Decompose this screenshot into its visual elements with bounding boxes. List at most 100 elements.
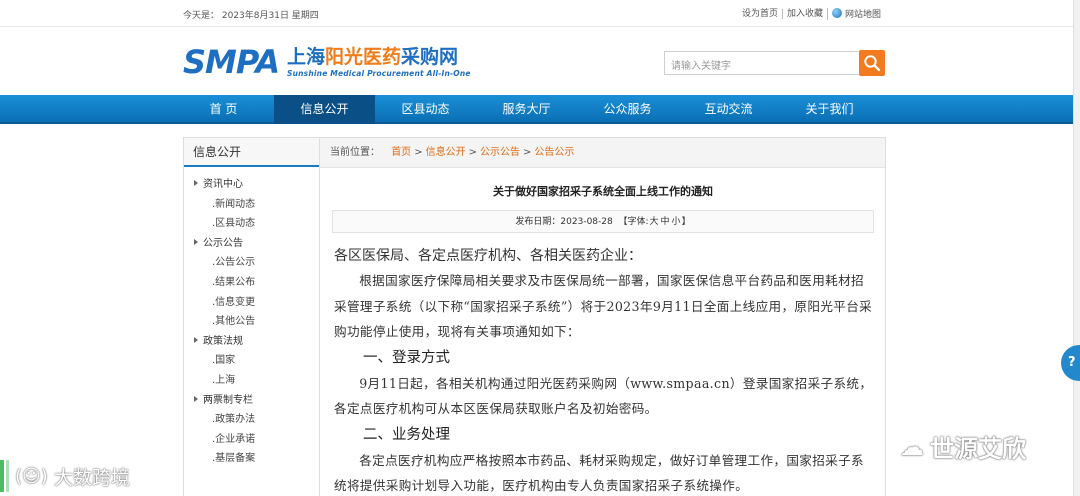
sidebar-item[interactable]: .信息变更 xyxy=(184,293,319,313)
breadcrumb-notices[interactable]: 公告公示 xyxy=(534,147,574,158)
breadcrumb-home[interactable]: 首页 xyxy=(391,147,411,158)
sitemap-label: 网站地图 xyxy=(844,10,881,20)
logo-chinese-name: 上海阳光医药采购网 xyxy=(287,46,458,68)
sidebar-item-label: 两票制专栏 xyxy=(203,394,253,406)
sidebar-item[interactable]: .国家 xyxy=(184,351,319,371)
caret-right-icon xyxy=(194,238,198,245)
sidebar-item[interactable]: .政策办法 xyxy=(184,410,319,430)
nav-item-2[interactable]: 区县动态 xyxy=(375,95,476,124)
sidebar-category[interactable]: 两票制专栏 xyxy=(184,391,319,411)
current-date: 今天是： 2023年8月31日 星期四 xyxy=(183,11,319,21)
sidebar-item[interactable]: .基层备案 xyxy=(184,449,319,469)
breadcrumb-separator: > xyxy=(522,147,532,158)
header-divider xyxy=(0,26,1080,27)
page: 今天是： 2023年8月31日 星期四 设为首页 加入收藏 网站地图 SMPA … xyxy=(0,0,1080,496)
watermark-bar xyxy=(0,460,4,492)
nav-item-3[interactable]: 服务大厅 xyxy=(476,95,577,124)
set-home-link[interactable]: 设为首页 xyxy=(738,9,782,19)
article-heading: 一、登录方式 xyxy=(363,349,450,366)
article-paragraph: 根据国家医疗保障局相关要求及市医保局统一部署，国家医保信息平台药品和医用耗材招采… xyxy=(334,273,873,339)
sidebar-item-label: .政策办法 xyxy=(212,414,256,426)
sidebar-item-label: .公告公示 xyxy=(212,257,256,269)
logo-mark: SMPA xyxy=(183,43,280,81)
nav-item-1[interactable]: 信息公开 xyxy=(274,95,375,124)
main-content: 当前位置： 首页 > 信息公开 > 公示公告 > 公告公示 关于做好国家招采子系统全面上线工… xyxy=(320,137,886,496)
nav-item-5[interactable]: 互动交流 xyxy=(678,95,779,124)
breadcrumb-separator: > xyxy=(414,147,423,158)
floating-help-widget[interactable]: ? xyxy=(1061,345,1080,381)
font-size-label: 【字体: xyxy=(618,217,649,227)
breadcrumb-prefix: 当前位置： xyxy=(330,147,380,158)
font-small-link[interactable]: 小 xyxy=(672,217,681,227)
article-body: 各区医保局、各定点医疗机构、各相关医药企业： 根据国家医疗保障局相关要求及市医保… xyxy=(334,244,874,496)
publish-label: 发布日期： xyxy=(515,217,561,227)
search-input[interactable]: 请输入关键字 xyxy=(664,51,860,75)
sidebar-item[interactable]: .企业承诺 xyxy=(184,430,319,450)
sidebar-item-label: .其他公告 xyxy=(212,316,256,328)
article-greeting: 各区医保局、各定点医疗机构、各相关医药企业： xyxy=(334,248,642,264)
logo-english-name: Sunshine Medical Procurement All-In-One xyxy=(287,69,471,78)
main-nav: 首 页信息公开 区县动态 服务大厅 公众服务 互动交流 关于我们 xyxy=(0,95,1080,124)
sidebar-category[interactable]: 政策法规 xyxy=(184,332,319,352)
logo-cn-part2: 阳光医药 xyxy=(325,46,402,68)
article-heading: 二、业务处理 xyxy=(363,426,450,443)
watermark-left-text: 大数跨境 xyxy=(53,466,130,489)
page-scrollbar[interactable] xyxy=(1073,0,1080,496)
breadcrumb-info-public[interactable]: 信息公开 xyxy=(426,147,466,158)
publish-date: 2023-08-28 xyxy=(560,217,613,227)
breadcrumb-separator: > xyxy=(468,147,477,158)
top-bar: 今天是： 2023年8月31日 星期四 设为首页 加入收藏 网站地图 xyxy=(183,6,885,22)
sidebar-item-label: 政策法规 xyxy=(203,335,243,347)
breadcrumb-announcements[interactable]: 公示公告 xyxy=(480,147,520,158)
caret-right-icon xyxy=(194,395,198,402)
sidebar-category[interactable]: 公示公告 xyxy=(184,234,319,254)
sidebar-item-label: 公示公告 xyxy=(203,237,243,249)
watermark-right: ☁ 世源艾欣 xyxy=(900,429,1026,464)
sitemap-link[interactable]: 网站地图 xyxy=(826,8,885,20)
nav-items: 首 页信息公开 区县动态 服务大厅 公众服务 互动交流 关于我们 xyxy=(173,95,880,124)
add-favorite-link[interactable]: 加入收藏 xyxy=(781,9,827,19)
article-title: 关于做好国家招采子系统全面上线工作的通知 xyxy=(493,185,713,198)
sidebar-item[interactable]: .上海 xyxy=(184,371,319,391)
sidebar-item[interactable]: .公告公示 xyxy=(184,253,319,273)
breadcrumb: 当前位置： 首页 > 信息公开 > 公示公告 > 公告公示 xyxy=(320,138,885,168)
search-button[interactable] xyxy=(859,50,885,76)
sidebar-item-label: .信息变更 xyxy=(212,296,256,308)
font-size-end: 】 xyxy=(681,217,691,227)
font-large-link[interactable]: 大 xyxy=(650,217,659,227)
logo-cn-part3: 采购网 xyxy=(401,46,459,68)
sidebar-list: 资讯中心 .新闻动态 .区县动态公示公告 .公告公示 .结果公布 .信息变更 .其他公告政策… xyxy=(184,167,319,469)
sidebar-item-label: .上海 xyxy=(212,374,236,386)
sidebar-item-label: 资讯中心 xyxy=(203,179,243,190)
sidebar-item-label: .区县动态 xyxy=(212,218,256,230)
search-icon xyxy=(864,55,881,72)
watermark-left: (☺) 大数跨境 xyxy=(0,460,130,492)
watermark-right-text: 世源艾欣 xyxy=(930,435,1026,463)
sidebar-item-label: .基层备案 xyxy=(212,453,256,465)
sidebar-item[interactable]: .其他公告 xyxy=(184,312,319,332)
font-medium-link[interactable]: 中 xyxy=(661,217,670,227)
logo-cn-part1: 上海 xyxy=(287,46,326,68)
watermark-logo-icon: (☺) xyxy=(15,465,48,487)
nav-item-0[interactable]: 首 页 xyxy=(173,95,274,124)
article-meta: 发布日期：2023-08-28 【字体:大中小】 xyxy=(332,210,874,233)
sidebar: 信息公开 资讯中心 .新闻动态 .区县动态公示公告 .公告公示 .结果公布 .信息变更 .其… xyxy=(183,137,320,496)
sidebar-item-label: .新闻动态 xyxy=(212,198,256,210)
watermark-bar xyxy=(6,460,9,492)
sidebar-category[interactable]: 资讯中心 xyxy=(184,175,319,195)
sidebar-title: 信息公开 xyxy=(184,138,319,167)
sidebar-item[interactable]: .新闻动态 xyxy=(184,195,319,215)
article-paragraph: 各定点医疗机构应严格按照本市药品、耗材采购规定，做好订单管理工作，国家招采子系统… xyxy=(334,452,864,494)
sidebar-item-label: .结果公布 xyxy=(212,276,256,288)
sidebar-item[interactable]: .结果公布 xyxy=(184,273,319,293)
nav-item-6[interactable]: 关于我们 xyxy=(779,95,880,124)
sidebar-item-label: .国家 xyxy=(212,355,236,367)
top-links: 设为首页 加入收藏 网站地图 xyxy=(738,8,885,20)
caret-right-icon xyxy=(194,180,198,186)
caret-right-icon xyxy=(194,336,198,343)
article-paragraph: 9月11日起，各相关机构通过阳光医药采购网（www.smpaa.cn）登录国家招… xyxy=(334,375,873,417)
globe-icon xyxy=(831,8,842,18)
sidebar-item[interactable]: .区县动态 xyxy=(184,214,319,234)
sidebar-item-label: .企业承诺 xyxy=(212,433,256,445)
nav-item-4[interactable]: 公众服务 xyxy=(577,95,678,124)
